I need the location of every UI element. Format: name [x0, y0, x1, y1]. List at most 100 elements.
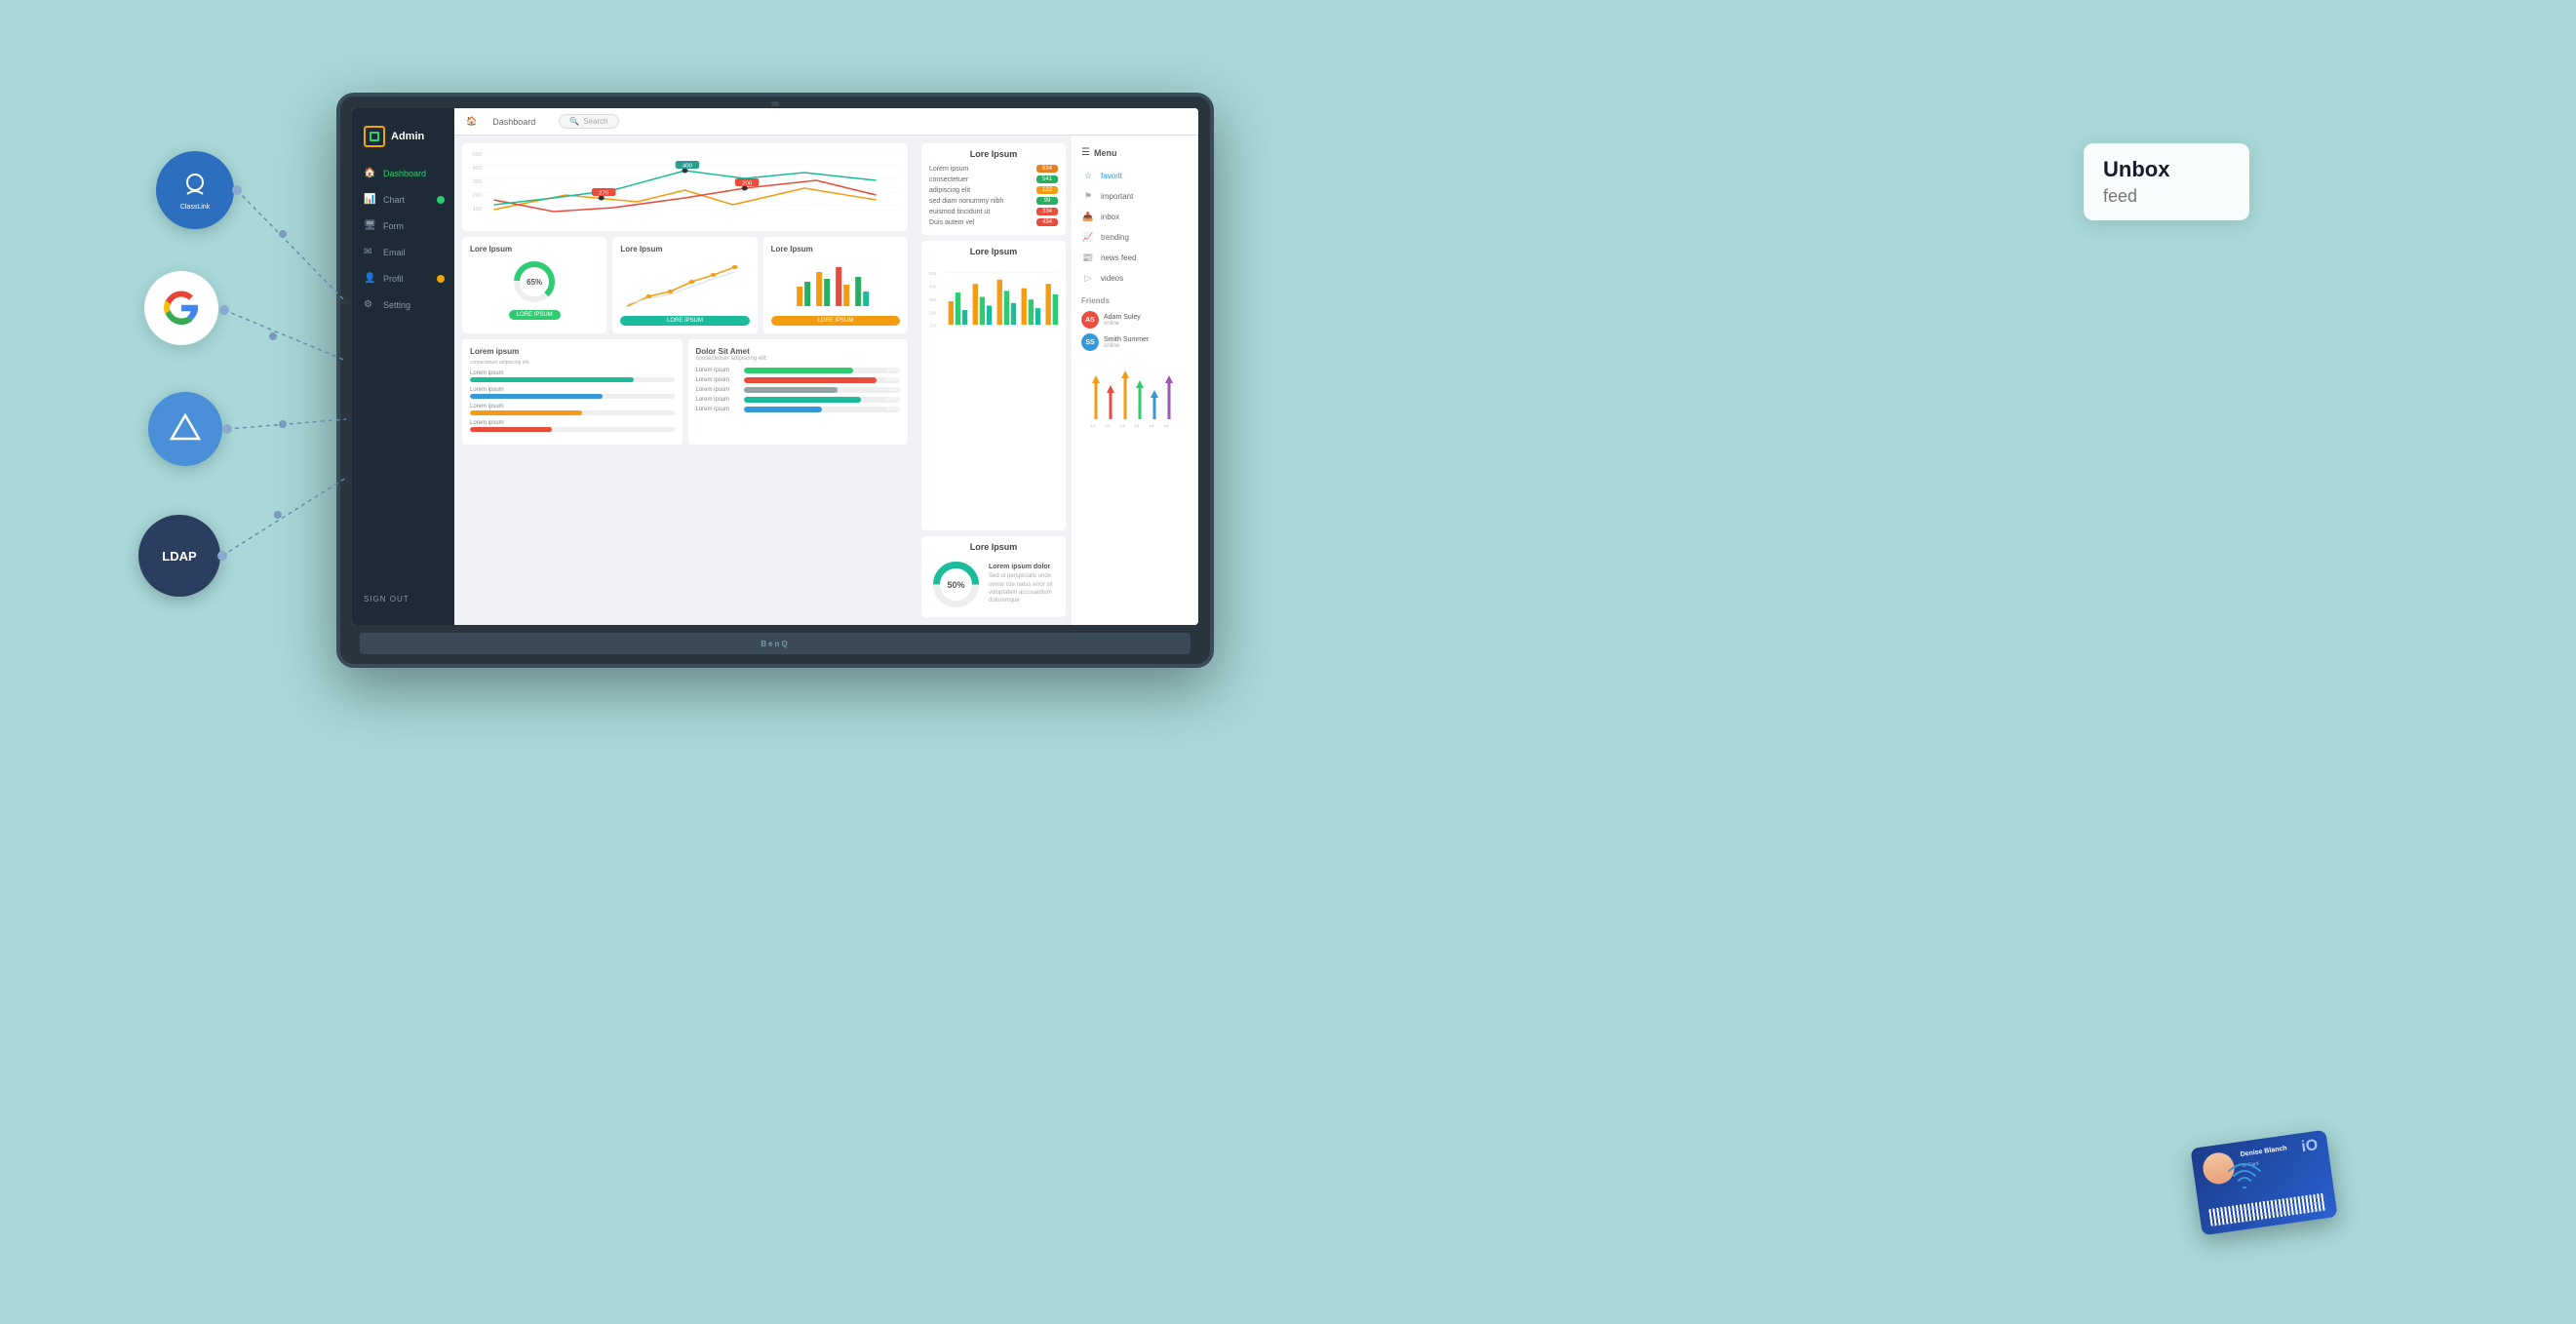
donut-panel: Lore Ipsum 50% Lor [921, 536, 1066, 617]
stat-badge-5: 334 [1036, 208, 1058, 215]
feed-text: feed [2103, 186, 2230, 207]
donut-body-text: Sed ut perspiciatis unde omnis iste natu… [989, 572, 1058, 605]
hbar-label-5: Lorem ipsum [696, 407, 740, 412]
profil-badge [437, 275, 445, 283]
stat-label-1: Lorem ipsum [929, 166, 968, 173]
line-chart-panel: 500 400 300 200 100 [462, 143, 908, 231]
main-content: 🏠 Dashboard 🔍 Search [454, 108, 1198, 625]
stat-badge-6: 434 [1036, 218, 1058, 226]
monitor-camera [771, 101, 779, 106]
sidebar-dashboard-label: Dashboard [383, 169, 426, 178]
svg-text:L6: L6 [1164, 423, 1169, 428]
logo-inner [370, 132, 379, 141]
stat-row-3: adipiscing elit 122 [929, 186, 1058, 194]
sidebar-logo: Admin [352, 120, 454, 161]
social-item-inbox[interactable]: 📥 inbox [1072, 207, 1197, 227]
friend-avatar-1: AS [1081, 311, 1099, 329]
menu-label: Menu [1094, 148, 1117, 158]
dashboard-area: 500 400 300 200 100 [454, 136, 1198, 625]
important-label: important [1101, 192, 1133, 201]
donut-badge: LORE IPSUM [509, 310, 561, 320]
sidebar-item-setting[interactable]: ⚙ Setting [352, 292, 454, 317]
stat-row-6: Duis autem vel 434 [929, 218, 1058, 226]
sidebar: Admin 🏠 Dashboard 📊 Chart 🖥 Fo [352, 108, 454, 625]
logo-icon [364, 126, 385, 147]
progress-bar-bg-4 [470, 427, 675, 432]
progress-item-3: Lorem ipsum [470, 404, 675, 415]
friend-status-2: online [1104, 343, 1188, 349]
signout-button[interactable]: SIGN OUT [352, 585, 454, 613]
big-donut: 50% [929, 558, 983, 611]
hbar-fill-1 [744, 368, 853, 373]
bar-chart-large: Lore Ipsum 500 400 300 200 100 [921, 241, 1066, 530]
profil-icon: 👤 [364, 273, 377, 284]
progress-item-1: Lorem ipsum [470, 370, 675, 382]
sidebar-form-label: Form [383, 221, 404, 231]
avatar-circle-2: SS [1081, 333, 1099, 351]
hbar-fill-3 [744, 387, 838, 393]
sidebar-item-dashboard[interactable]: 🏠 Dashboard [352, 161, 454, 185]
classlink-label: ClassLink [180, 204, 210, 211]
sidebar-item-profil[interactable]: 👤 Profil [352, 266, 454, 291]
friend-status-1: online [1104, 321, 1188, 327]
social-item-important[interactable]: ⚑ important [1072, 186, 1197, 207]
search-bar[interactable]: 🔍 Search [559, 114, 618, 129]
social-item-newsfeed[interactable]: 📰 news feed [1072, 248, 1197, 268]
donut-panel-row: 50% Lorem ipsum dolor Sed ut perspiciati… [929, 558, 1058, 611]
donut-circle: 65% [510, 257, 559, 306]
friend-name-1: Adam Suley [1104, 314, 1188, 321]
stat-row-5: euismod tincidunt ut 334 [929, 208, 1058, 215]
email-icon: ✉ [364, 247, 377, 257]
progress-card: Lorem ipsum consectetuer adipiscing elit… [462, 339, 683, 445]
large-bar-svg: 500 400 300 200 100 [929, 262, 1058, 340]
card-bar-title: Lore Ipsum [771, 245, 900, 253]
search-input[interactable]: Search [583, 117, 607, 126]
progress-bar-fill-4 [470, 427, 552, 432]
mini-bar-svg [771, 257, 900, 311]
donut-container: 65% LORE IPSUM [470, 257, 599, 320]
sidebar-nav: 🏠 Dashboard 📊 Chart 🖥 Form ✉ Email [352, 161, 454, 585]
svg-text:300: 300 [929, 297, 937, 302]
classlink-circle[interactable]: ClassLink [156, 151, 234, 229]
donut-text-col: Lorem ipsum dolor Sed ut perspiciatis un… [989, 564, 1058, 605]
card-bar: Lore Ipsum [763, 237, 908, 333]
stats-card-1: Lore Ipsum Lorem ipsum 634 consectetuer … [921, 143, 1066, 235]
hbar-track-2: 60% [744, 377, 901, 383]
stat-label-5: euismod tincidunt ut [929, 209, 990, 215]
monitor-stand: BenQ [360, 633, 1190, 654]
svg-text:500: 500 [929, 271, 937, 276]
stat-label-3: adipiscing elit [929, 187, 970, 194]
sidebar-item-email[interactable]: ✉ Email [352, 240, 454, 264]
svg-text:400: 400 [472, 166, 482, 171]
sidebar-item-chart[interactable]: 📊 Chart [352, 187, 454, 212]
star-icon: ☆ [1081, 171, 1095, 181]
sidebar-item-form[interactable]: 🖥 Form [352, 214, 454, 238]
social-item-favorit[interactable]: ☆ favorit [1072, 166, 1197, 186]
ldap-circle[interactable]: LDAP [138, 515, 220, 597]
chart-badge [437, 196, 445, 204]
progress-card-title: Lorem ipsum [470, 347, 675, 356]
social-item-videos[interactable]: ▷ videos [1072, 268, 1197, 289]
hbar-fill-5 [744, 407, 822, 412]
hbar-track-3: 70% [744, 387, 901, 393]
google-circle[interactable] [144, 271, 218, 345]
hbar-1: Lorem ipsum 30% [696, 368, 901, 373]
floating-id-card: Denise Blanch ID Card iO [2190, 1130, 2337, 1236]
social-item-trending[interactable]: 📈 trending [1072, 227, 1197, 248]
social-panel: ☰ Menu ☆ favorit ⚑ important 📥 [1072, 136, 1198, 625]
friend-name-2: Smith Summer [1104, 336, 1188, 343]
sidebar-chart-label: Chart [383, 195, 405, 205]
setting-icon: ⚙ [364, 299, 377, 310]
friend-row-1: AS Adam Suley online [1081, 311, 1188, 329]
card-donut-title: Lore Ipsum [470, 245, 599, 253]
progress-card-subtitle: consectetuer adipiscing elit. [470, 360, 675, 366]
sidebar-email-label: Email [383, 248, 406, 257]
stat-badge-4: 99 [1036, 197, 1058, 205]
inbox-icon: 📥 [1081, 212, 1095, 222]
topbar: 🏠 Dashboard 🔍 Search [454, 108, 1198, 136]
sidebar-admin-label: Admin [391, 131, 424, 142]
arrow-circle[interactable] [148, 392, 222, 466]
progress-bar-bg-3 [470, 410, 675, 415]
stat-badge-1: 634 [1036, 165, 1058, 173]
hbar-label-1: Lorem ipsum [696, 368, 740, 373]
